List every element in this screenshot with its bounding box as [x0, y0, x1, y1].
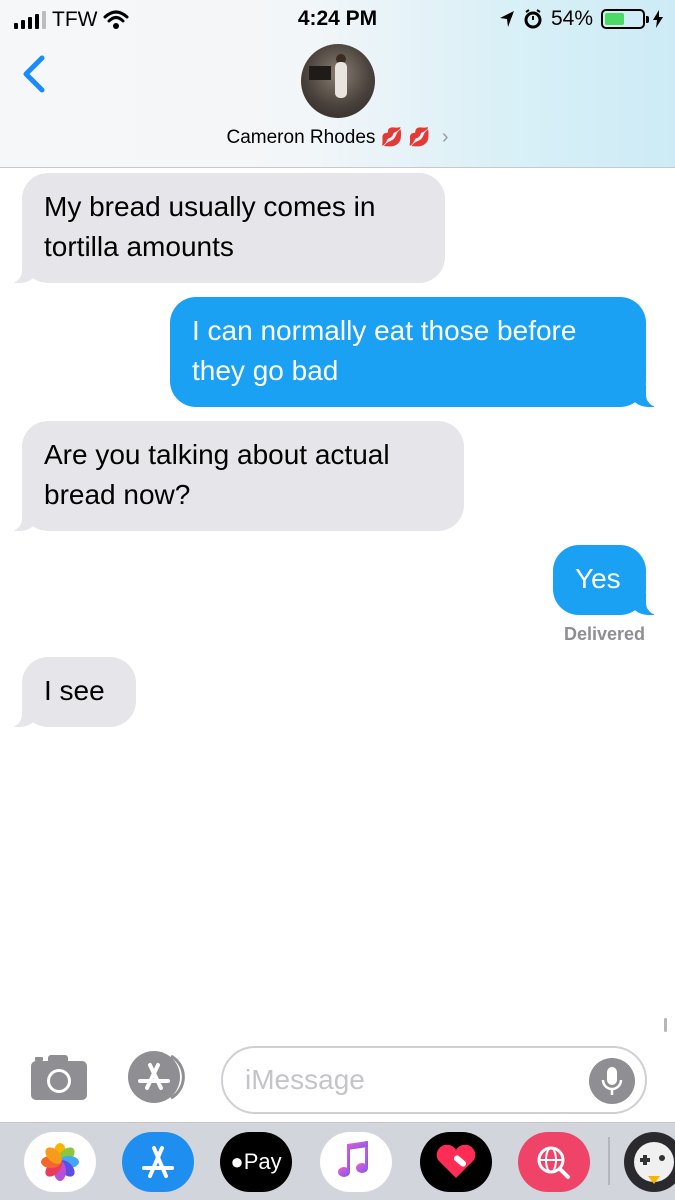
chevron-right-icon: ›: [441, 126, 449, 148]
photos-icon: [41, 1143, 79, 1181]
music-app[interactable]: [320, 1132, 392, 1192]
microphone-icon: [601, 1067, 623, 1095]
dictation-button[interactable]: [589, 1058, 635, 1104]
digital-touch-app[interactable]: [420, 1132, 492, 1192]
music-note-icon: [338, 1141, 368, 1177]
battery-percent: 54%: [550, 7, 593, 30]
message-received[interactable]: I see: [6, 657, 136, 727]
message-text: I see: [44, 675, 105, 706]
camera-button[interactable]: [30, 1053, 88, 1101]
apple-pay-app[interactable]: ●Pay: [220, 1132, 292, 1192]
alarm-clock-icon: [524, 9, 542, 29]
kiss-emoji: 💋 💋: [380, 127, 431, 147]
message-received[interactable]: Are you talking about actual bread now?: [6, 421, 464, 531]
message-text: I can normally eat those before they go …: [192, 315, 577, 386]
contact-name: Cameron Rhodes: [226, 127, 376, 148]
message-sent[interactable]: Yes: [553, 545, 662, 615]
charging-bolt-icon: [653, 10, 663, 28]
scroll-indicator: [664, 1018, 667, 1032]
status-bar: TFW 4:24 PM 54%: [0, 0, 675, 40]
message-received[interactable]: My bread usually comes in tortilla amoun…: [6, 173, 445, 283]
message-text: Are you talking about actual bread now?: [44, 439, 390, 510]
location-arrow-icon: [499, 11, 514, 27]
delivered-status: Delivered: [563, 624, 645, 644]
game-character-icon: [634, 1142, 674, 1184]
app-store-button[interactable]: [125, 1050, 193, 1104]
app-drawer: ●Pay: [0, 1122, 675, 1200]
battery-icon: [601, 9, 649, 29]
game-app[interactable]: [624, 1132, 675, 1192]
message-text: My bread usually comes in tortilla amoun…: [44, 191, 376, 262]
heart-icon: [436, 1144, 476, 1178]
globe-search-icon: [537, 1146, 570, 1179]
chevron-left-icon: [23, 55, 45, 93]
apple-logo-icon: ●: [230, 1149, 244, 1174]
app-store-app[interactable]: [122, 1132, 194, 1192]
app-store-icon: [128, 1051, 185, 1103]
images-search-app[interactable]: [518, 1132, 590, 1192]
message-text: Yes: [575, 563, 621, 594]
imessage-placeholder: iMessage: [245, 1064, 365, 1095]
contact-name-button[interactable]: Cameron Rhodes 💋 💋 ›: [0, 126, 675, 149]
back-button[interactable]: [18, 52, 54, 96]
imessage-input[interactable]: iMessage: [221, 1046, 647, 1114]
drawer-divider: [608, 1137, 610, 1185]
photos-app[interactable]: [24, 1132, 96, 1192]
message-sent[interactable]: I can normally eat those before they go …: [170, 297, 662, 407]
apple-pay-label: Pay: [243, 1149, 282, 1174]
camera-icon: [31, 1055, 87, 1100]
contact-avatar[interactable]: [301, 44, 375, 118]
app-store-icon: [142, 1146, 174, 1178]
